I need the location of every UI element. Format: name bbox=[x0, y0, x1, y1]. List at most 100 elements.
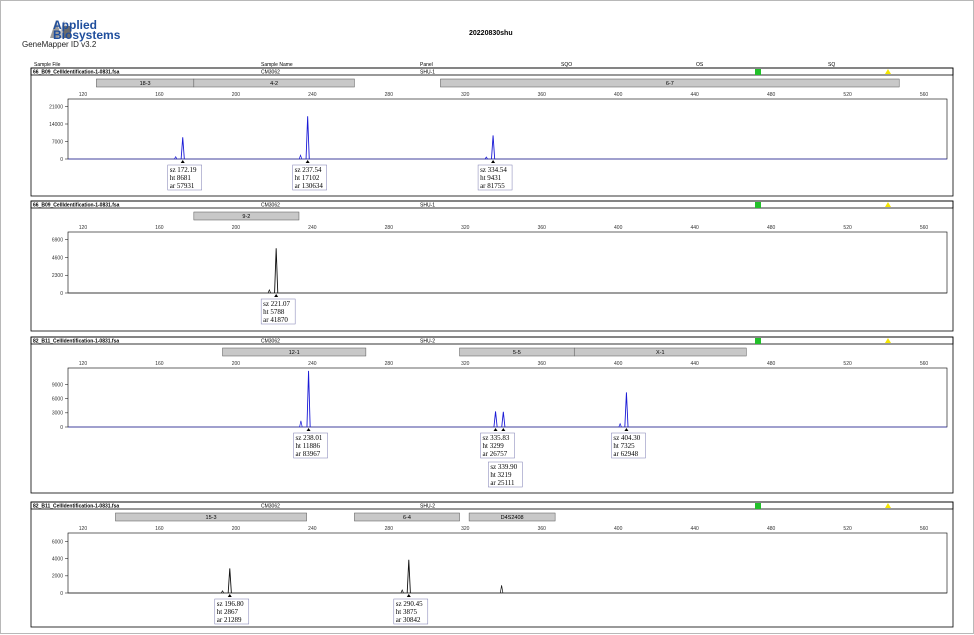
panel-frame bbox=[30, 200, 954, 332]
x-tick-label: 240 bbox=[308, 361, 317, 367]
x-tick-label: 440 bbox=[690, 526, 699, 532]
peak-marker bbox=[493, 428, 498, 431]
x-tick-label: 200 bbox=[232, 526, 241, 532]
marker-label: D4S2408 bbox=[501, 515, 524, 521]
x-tick-label: 560 bbox=[920, 92, 929, 98]
peak-height-label: ht 2867 bbox=[217, 608, 239, 616]
x-tick-label: 360 bbox=[538, 92, 547, 98]
peak-size-label: sz 404.30 bbox=[613, 434, 640, 442]
panel-header bbox=[30, 200, 954, 209]
minor-peak bbox=[400, 589, 404, 594]
plot-area bbox=[67, 98, 948, 160]
y-tick-label: 2300 bbox=[52, 273, 63, 279]
peak-marker bbox=[274, 294, 279, 297]
x-tick-label: 400 bbox=[614, 361, 623, 367]
x-tick-label: 560 bbox=[920, 225, 929, 231]
y-tick-label: 6000 bbox=[52, 396, 63, 402]
y-tick-label: 14000 bbox=[49, 122, 63, 128]
x-tick-label: 440 bbox=[690, 92, 699, 98]
x-tick-label: 120 bbox=[79, 526, 88, 532]
y-tick-label: 0 bbox=[60, 425, 63, 431]
x-tick-label: 560 bbox=[920, 361, 929, 367]
peak-height-label: ht 9431 bbox=[480, 174, 502, 182]
peak-trace bbox=[406, 559, 411, 594]
x-tick-label: 480 bbox=[767, 361, 776, 367]
peak-size-label: sz 334.54 bbox=[480, 166, 507, 174]
marker-label: 9-2 bbox=[242, 214, 250, 220]
y-tick-label: 2000 bbox=[52, 574, 63, 580]
peak-area-label: ar 62948 bbox=[613, 450, 638, 458]
minor-peak bbox=[299, 420, 303, 428]
peak-marker bbox=[306, 428, 311, 431]
panel-header bbox=[30, 336, 954, 345]
peak-height-label: ht 3219 bbox=[490, 471, 512, 479]
peak-trace bbox=[306, 370, 311, 428]
x-tick-label: 360 bbox=[538, 361, 547, 367]
marker-label: X-1 bbox=[656, 350, 665, 356]
report-page: Applied Biosystems GeneMapper ID v3.2 20… bbox=[0, 0, 974, 634]
peak-size-label: sz 237.54 bbox=[295, 166, 322, 174]
peak-size-label: sz 172.19 bbox=[170, 166, 197, 174]
marker-label: 6-7 bbox=[666, 81, 674, 87]
x-tick-label: 520 bbox=[843, 225, 852, 231]
x-tick-label: 320 bbox=[461, 526, 470, 532]
y-tick-label: 6900 bbox=[52, 238, 63, 244]
peak-size-label: sz 196.80 bbox=[217, 600, 244, 608]
sqo-green-flag bbox=[755, 69, 761, 75]
plot-area bbox=[67, 532, 948, 594]
x-tick-label: 440 bbox=[690, 361, 699, 367]
plot-area bbox=[67, 231, 948, 294]
sample-file-label: 82_B11_CellIdentification-1-0831.fsa bbox=[33, 503, 119, 509]
x-tick-label: 120 bbox=[79, 225, 88, 231]
peak-area-label: ar 21289 bbox=[217, 616, 242, 624]
sqo-green-flag bbox=[755, 202, 761, 208]
x-tick-label: 520 bbox=[843, 526, 852, 532]
y-tick-label: 4600 bbox=[52, 255, 63, 261]
chart-panel-4: 82_B11_CellIdentification-1-0831.fsa CM30… bbox=[30, 501, 954, 628]
sqo-green-flag bbox=[755, 338, 761, 344]
x-tick-label: 320 bbox=[461, 361, 470, 367]
x-tick-label: 560 bbox=[920, 526, 929, 532]
minor-peak bbox=[267, 289, 271, 294]
peak-area-label: ar 30842 bbox=[396, 616, 421, 624]
x-tick-label: 240 bbox=[308, 225, 317, 231]
minor-peak bbox=[499, 585, 504, 594]
chart-panel-2: 66_B09_CellIdentification-1-0831.fsa CM30… bbox=[30, 200, 954, 332]
peak-area-label: ar 130634 bbox=[295, 182, 324, 190]
y-tick-label: 3000 bbox=[52, 411, 63, 417]
x-tick-label: 280 bbox=[385, 361, 394, 367]
x-tick-label: 280 bbox=[385, 526, 394, 532]
sample-name-label: CM3062 bbox=[261, 338, 280, 344]
sample-name-label: CM3062 bbox=[261, 202, 280, 208]
y-tick-label: 7000 bbox=[52, 139, 63, 145]
peak-height-label: ht 3875 bbox=[396, 608, 418, 616]
x-tick-label: 400 bbox=[614, 526, 623, 532]
marker-label: 18-3 bbox=[140, 81, 151, 87]
x-tick-label: 480 bbox=[767, 526, 776, 532]
panel-header bbox=[30, 67, 954, 76]
x-tick-label: 120 bbox=[79, 361, 88, 367]
peak-marker bbox=[180, 160, 185, 163]
peak-height-label: ht 17102 bbox=[295, 174, 320, 182]
peak-marker bbox=[406, 594, 411, 597]
peak-height-label: ht 3299 bbox=[483, 442, 505, 450]
panel-header bbox=[30, 501, 954, 510]
sample-name-label: CM3062 bbox=[261, 503, 280, 509]
x-tick-label: 200 bbox=[232, 92, 241, 98]
peak-marker bbox=[501, 428, 506, 431]
peak-height-label: ht 8681 bbox=[170, 174, 192, 182]
electropherogram-panels: 66_B09_CellIdentification-1-0831.fsa CM30… bbox=[30, 67, 954, 628]
x-tick-label: 160 bbox=[155, 361, 164, 367]
chart-panel-1: 66_B09_CellIdentification-1-0831.fsa CM30… bbox=[30, 67, 954, 197]
x-tick-label: 400 bbox=[614, 92, 623, 98]
peak-area-label: ar 81755 bbox=[480, 182, 505, 190]
marker-label: 5-5 bbox=[513, 350, 521, 356]
x-tick-label: 200 bbox=[232, 361, 241, 367]
sample-name-label: CM3062 bbox=[261, 69, 280, 75]
x-tick-label: 160 bbox=[155, 92, 164, 98]
marker-label: 6-4 bbox=[403, 515, 411, 521]
sample-file-label: 66_B09_CellIdentification-1-0831.fsa bbox=[33, 69, 120, 75]
x-tick-label: 480 bbox=[767, 92, 776, 98]
x-tick-label: 280 bbox=[385, 92, 394, 98]
peak-area-label: ar 57931 bbox=[170, 182, 195, 190]
